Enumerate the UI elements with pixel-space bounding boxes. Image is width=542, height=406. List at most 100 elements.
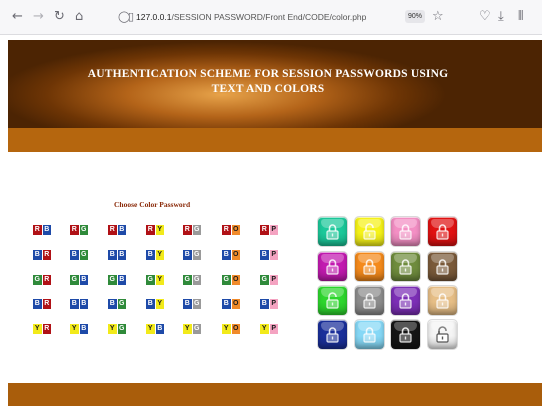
zoom-level[interactable]: 90% [405,10,425,23]
color-pair-cell[interactable]: BP [260,299,278,309]
color-letter: G [183,275,192,285]
color-pair-cell[interactable]: RG [70,225,88,235]
color-pair-cell[interactable]: BB [108,250,126,260]
color-letter: B [79,275,88,285]
color-lock-button[interactable] [318,286,347,315]
color-letter: P [269,299,278,309]
color-pair-cell[interactable]: BR [33,250,51,260]
lock-icon [399,327,412,343]
color-pair-cell[interactable]: BY [146,250,164,260]
color-pair-cell[interactable]: GO [222,275,240,285]
color-lock-button[interactable] [355,217,384,246]
color-pair-cell[interactable]: RB [108,225,126,235]
color-pair-cell[interactable]: GY [146,275,164,285]
lock-icon [326,292,339,309]
color-pair-cell[interactable]: BG [70,250,88,260]
lock-icon [436,326,449,343]
page-header: AUTHENTICATION SCHEME FOR SESSION PASSWO… [8,40,542,128]
url-bar[interactable]: 127.0.0.1/SESSION PASSWORD/Front End/COD… [136,8,436,26]
home-icon[interactable]: ⌂ [75,10,83,23]
page-title-line-2: TEXT AND COLORS [211,83,325,95]
color-pair-cell[interactable]: BO [222,250,240,260]
color-letter: R [146,225,155,235]
color-letter: R [108,225,117,235]
color-letter: B [183,299,192,309]
color-pair-cell[interactable]: BG [183,299,201,309]
color-letter: B [222,250,231,260]
color-pair-cell[interactable]: BB [70,299,88,309]
color-letter: Y [183,324,192,334]
color-pair-cell[interactable]: BO [222,299,240,309]
color-pair-cell[interactable]: YP [260,324,278,334]
color-pair-cell[interactable]: YB [146,324,164,334]
color-lock-button[interactable] [318,320,347,349]
color-letter: P [269,324,278,334]
color-pair-cell[interactable]: BP [260,250,278,260]
lock-icon [363,259,376,275]
color-lock-button[interactable] [428,217,457,246]
lock-icon [399,259,412,275]
color-lock-button[interactable] [428,320,457,349]
color-letter: G [117,324,126,334]
color-lock-button[interactable] [355,320,384,349]
color-pair-cell[interactable]: YO [222,324,240,334]
color-lock-button[interactable] [428,252,457,281]
color-letter: B [33,299,42,309]
color-lock-button[interactable] [428,286,457,315]
color-pair-cell[interactable]: GP [260,275,278,285]
color-letter: R [33,225,42,235]
top-divider-bar [8,128,542,152]
lock-icon [326,224,339,240]
lock-icon [363,327,376,343]
color-lock-button[interactable] [391,320,420,349]
lock-icon [326,327,339,343]
color-pair-cell[interactable]: RB [33,225,51,235]
color-pair-cell[interactable]: YR [33,324,51,334]
lock-icon [363,293,376,309]
color-letter: Y [155,225,164,235]
color-lock-button[interactable] [391,252,420,281]
reload-icon[interactable]: ↻ [54,10,65,23]
color-letter: G [192,225,201,235]
color-letter: Y [33,324,42,334]
lock-icon [399,224,412,240]
color-pair-cell[interactable]: BG [108,299,126,309]
library-icon[interactable]: ⫴ [518,10,523,23]
color-letter: B [33,250,42,260]
color-pair-cell[interactable]: YG [183,324,201,334]
color-letter: B [108,250,117,260]
color-pair-cell[interactable]: BY [146,299,164,309]
download-icon[interactable]: ⤓ [498,10,504,23]
color-lock-button[interactable] [355,252,384,281]
color-lock-button[interactable] [355,286,384,315]
color-letter: B [222,299,231,309]
color-pair-cell[interactable]: GR [33,275,51,285]
color-letter: G [33,275,42,285]
color-pair-cell[interactable]: RO [222,225,240,235]
pocket-icon[interactable]: ♡ [479,10,491,23]
color-letter: R [42,299,51,309]
color-pair-cell[interactable]: YG [108,324,126,334]
color-pair-cell[interactable]: YB [70,324,88,334]
color-pair-cell[interactable]: GB [108,275,126,285]
color-lock-button[interactable] [318,217,347,246]
color-pair-cell[interactable]: BR [33,299,51,309]
color-letter: P [269,250,278,260]
color-lock-button[interactable] [391,286,420,315]
color-letter: G [79,250,88,260]
color-pair-cell[interactable]: GG [183,275,201,285]
footer-bar [8,383,542,406]
color-lock-button[interactable] [318,252,347,281]
back-icon[interactable]: ← [12,10,23,23]
color-pair-cell[interactable]: GB [70,275,88,285]
color-lock-button[interactable] [391,217,420,246]
color-pair-cell[interactable]: RY [146,225,164,235]
color-pair-cell[interactable]: RP [260,225,278,235]
forward-icon[interactable]: → [33,10,44,23]
color-pair-cell[interactable]: RG [183,225,201,235]
bookmark-star-icon[interactable]: ☆ [432,10,444,23]
color-letter: B [260,299,269,309]
color-letter: B [79,299,88,309]
color-letter: Y [70,324,79,334]
color-pair-cell[interactable]: BG [183,250,201,260]
